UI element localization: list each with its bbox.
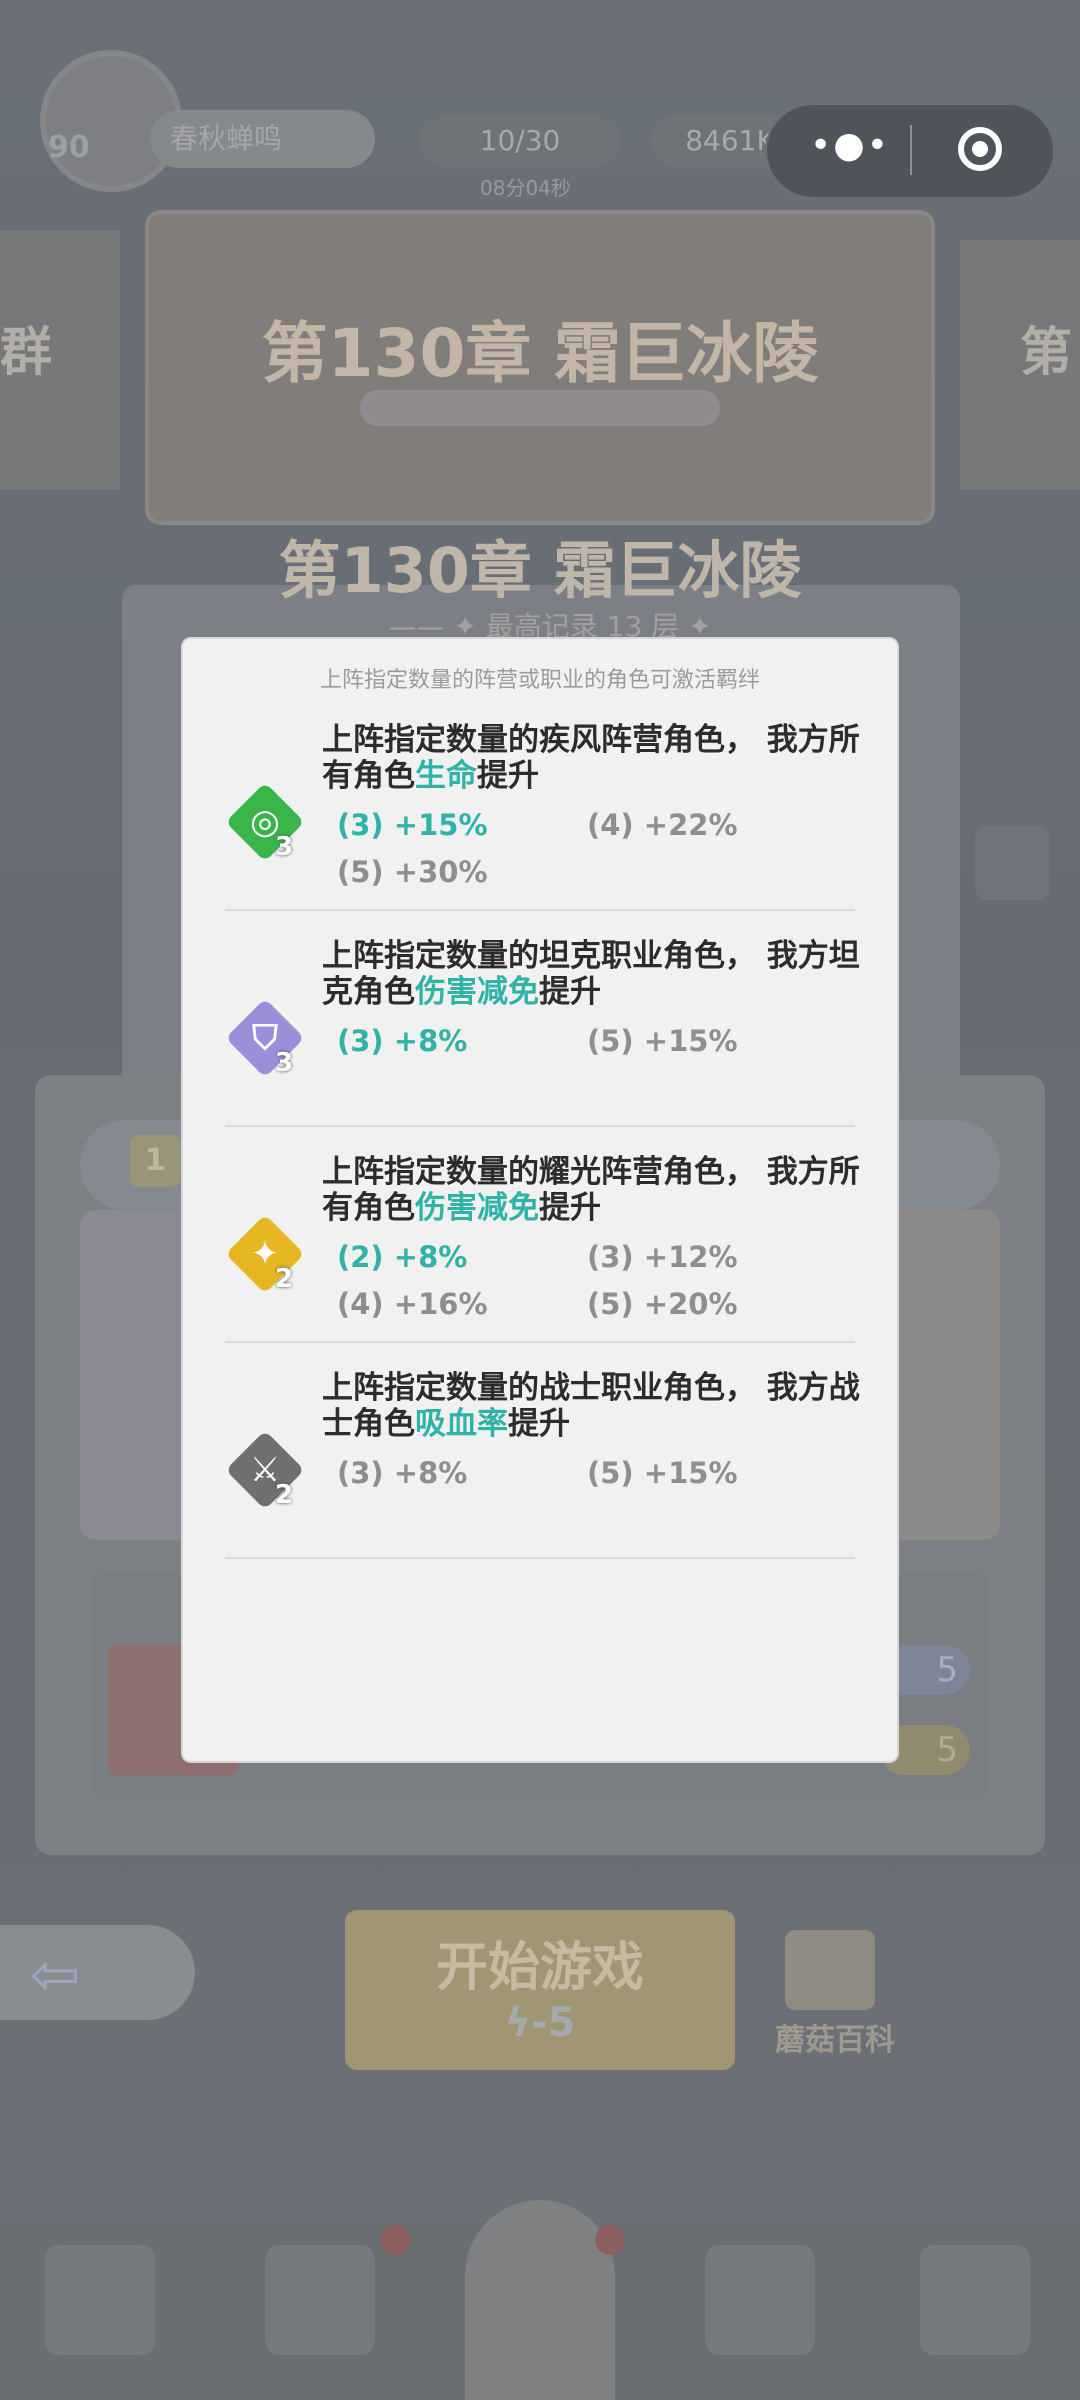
capsule-divider	[910, 125, 912, 175]
desc-highlight: 伤害减免	[415, 974, 539, 1010]
desc-text-end: 提升	[477, 758, 539, 794]
tab-guild-icon	[705, 2245, 815, 2355]
bond-tier: (5) +15%	[587, 1024, 738, 1058]
desc-highlight: 伤害减免	[415, 1190, 539, 1226]
close-miniprogram-icon[interactable]	[958, 127, 1002, 171]
more-menu-icon[interactable]: •●•	[800, 126, 900, 174]
wind-faction-icon: ◎ 3	[225, 782, 305, 862]
tab-hero-icon	[265, 2245, 375, 2355]
bond-tier: (3) +12%	[587, 1240, 738, 1274]
bond-tier: (5) +20%	[587, 1287, 738, 1321]
desc-text-end: 提升	[508, 1406, 570, 1442]
notification-dot	[595, 2225, 625, 2255]
prev-chapter-title: 群	[0, 323, 53, 383]
bond-tier: (3) +8%	[337, 1456, 468, 1490]
tank-class-icon: ⛉ 3	[225, 998, 305, 1078]
list-icon	[975, 825, 1050, 900]
divider	[225, 1341, 855, 1343]
start-game-label: 开始游戏	[435, 1938, 644, 1998]
bond-tier: (3) +8%	[337, 1024, 468, 1058]
tab-shop-icon	[45, 2245, 155, 2355]
radiance-faction-icon: ✦ 2	[225, 1214, 305, 1294]
bond-count: 3	[275, 832, 294, 862]
tab-event-icon	[920, 2245, 1030, 2355]
divider	[225, 1125, 855, 1127]
desc-text-end: 提升	[539, 974, 601, 1010]
slot-badge: 1	[130, 1135, 180, 1187]
energy-counter: 10/30	[420, 115, 620, 167]
start-cost-value: -5	[530, 2000, 576, 2046]
bond-description: 上阵指定数量的坦克职业角色， 我方坦克角色伤害减免提升	[322, 938, 862, 1010]
bond-description: 上阵指定数量的疾风阵营角色， 我方所有角色生命提升	[322, 722, 862, 794]
bond-entry-warrior: ⚔ 2 上阵指定数量的战士职业角色， 我方战士角色吸血率提升 (3) +8% (…	[225, 1370, 860, 1586]
player-level: 90	[48, 130, 90, 165]
banner-subtitle	[360, 390, 720, 426]
divider	[225, 909, 855, 911]
bond-count: 2	[275, 1264, 294, 1294]
next-chapter-title: 第	[1020, 323, 1073, 383]
desc-text-end: 提升	[539, 1190, 601, 1226]
back-arrow-icon: ⇦	[30, 1940, 81, 2010]
bond-count: 3	[275, 1048, 294, 1078]
bond-tier: (5) +30%	[337, 855, 488, 889]
divider	[225, 1557, 855, 1559]
warrior-class-icon: ⚔ 2	[225, 1430, 305, 1510]
desc-highlight: 吸血率	[415, 1406, 508, 1442]
start-game-cost: ϟ-5	[345, 2000, 735, 2046]
bond-tier: (3) +15%	[337, 808, 488, 842]
bond-description: 上阵指定数量的战士职业角色， 我方战士角色吸血率提升	[322, 1370, 862, 1442]
energy-timer: 08分04秒	[480, 176, 571, 200]
wiki-label: 蘑菇百科	[775, 2023, 895, 2058]
bond-tier: (5) +15%	[587, 1456, 738, 1490]
notification-dot	[380, 2225, 410, 2255]
bond-entry-radiance: ✦ 2 上阵指定数量的耀光阵营角色， 我方所有角色伤害减免提升 (2) +8% …	[225, 1154, 860, 1370]
wiki-book-icon	[785, 1930, 875, 2010]
bond-tier: (2) +8%	[337, 1240, 468, 1274]
banner-title: 第130章 霜巨冰陵	[261, 315, 819, 392]
desc-text: 上阵指定数量的战士职业角色， 我方战士角色	[322, 1370, 860, 1442]
bond-tier: (4) +22%	[587, 808, 738, 842]
bond-hint: 上阵指定数量的阵营或职业的角色可激活羁绊	[319, 668, 760, 693]
player-name: 春秋蝉鸣	[150, 110, 375, 168]
bond-tier: (4) +16%	[337, 1287, 488, 1321]
bond-entry-wind: ◎ 3 上阵指定数量的疾风阵营角色， 我方所有角色生命提升 (3) +15% (…	[225, 722, 860, 938]
bond-count: 2	[275, 1480, 294, 1510]
chapter-title: 第130章 霜巨冰陵	[278, 534, 802, 607]
desc-text: 上阵指定数量的疾风阵营角色， 我方所有角色	[322, 722, 860, 794]
bond-description: 上阵指定数量的耀光阵营角色， 我方所有角色伤害减免提升	[322, 1154, 862, 1226]
bond-entry-tank: ⛉ 3 上阵指定数量的坦克职业角色， 我方坦克角色伤害减免提升 (3) +8% …	[225, 938, 860, 1154]
desc-highlight: 生命	[415, 758, 477, 794]
tab-adventure-icon	[465, 2200, 615, 2400]
energy-icon: ϟ	[504, 2000, 531, 2046]
